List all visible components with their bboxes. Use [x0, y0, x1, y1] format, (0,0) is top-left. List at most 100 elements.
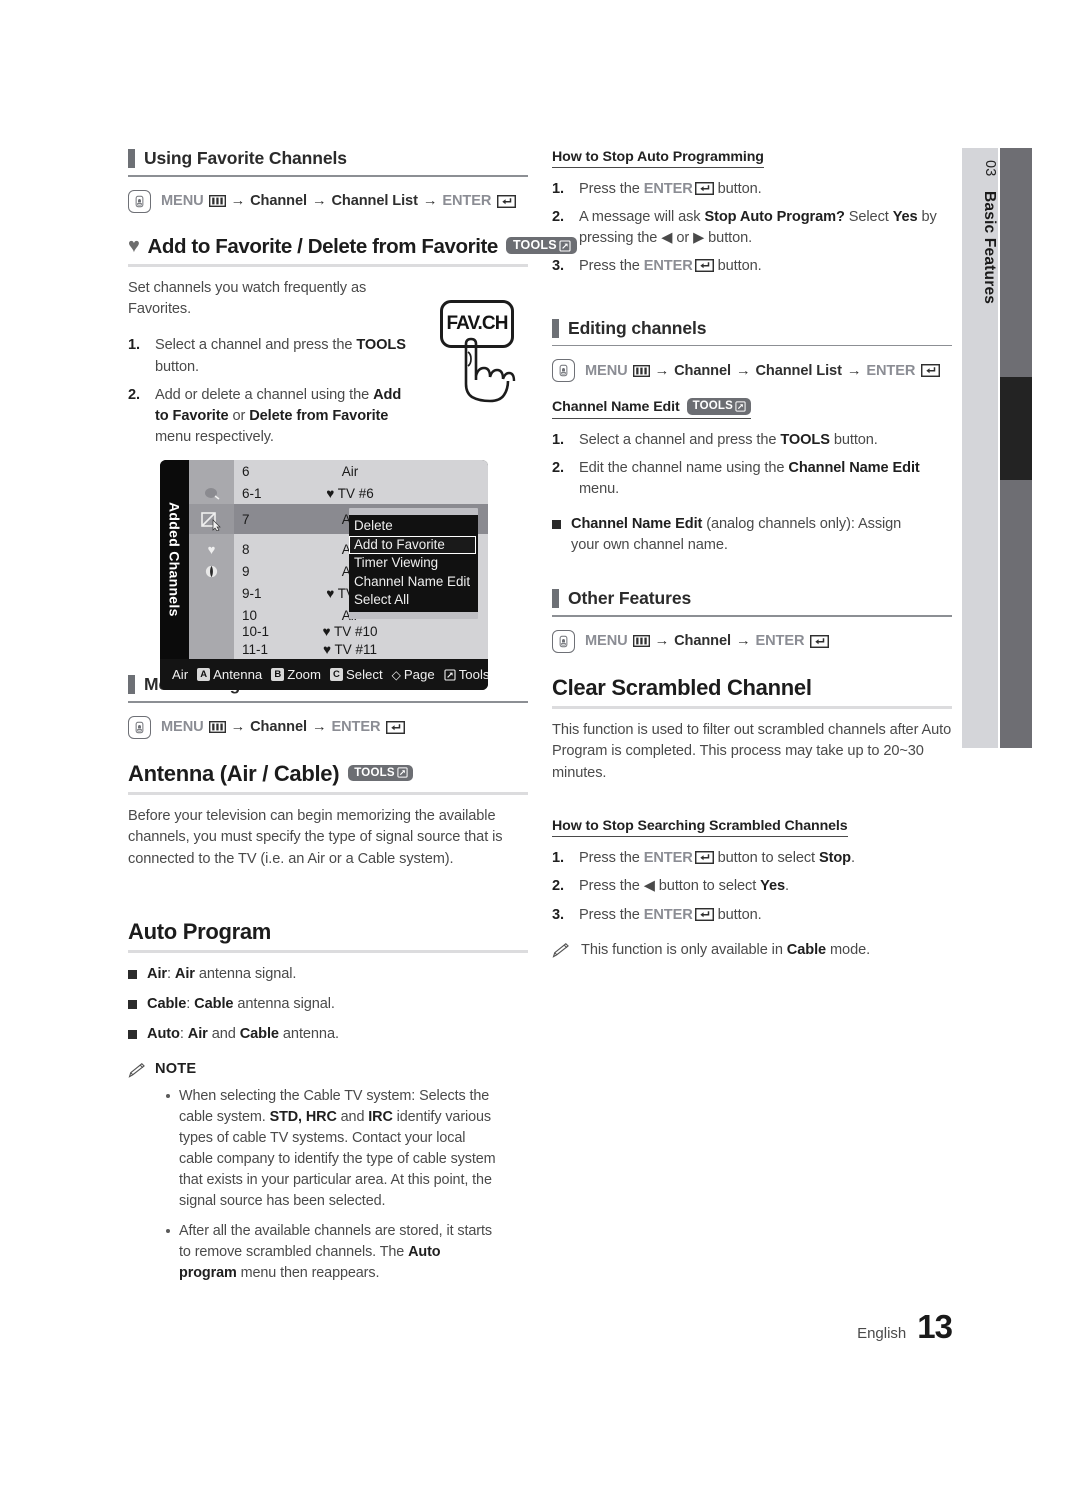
tools-badge-label: TOOLS	[512, 237, 557, 252]
chapter-progress-bar-active	[1000, 377, 1032, 480]
section-add-delete-favorite: ♥ Add to Favorite / Delete from Favorite…	[128, 234, 577, 259]
square-bullet-icon	[128, 1030, 137, 1040]
heading-stop-searching-scrambled: How to Stop Searching Scrambled Channels	[552, 818, 848, 838]
path-arrow: →	[230, 193, 246, 210]
favorite-heart-icon: ♥	[322, 623, 331, 639]
enter-key-icon	[386, 720, 406, 734]
page-footer: English 13	[857, 1308, 953, 1346]
note-heading: NOTE	[128, 1060, 528, 1078]
section-using-favorite-channels: Using Favorite Channels	[128, 148, 528, 169]
favorite-heart-icon: ♥	[322, 641, 331, 657]
favorite-intro-text: Set channels you watch frequently as Fav…	[128, 279, 367, 318]
path-arrow: →	[311, 193, 327, 210]
chapter-title: Basic Features	[981, 190, 998, 304]
table-row: 6 Air	[242, 463, 359, 479]
path-arrow: →	[654, 633, 670, 650]
menu-button-icon	[128, 189, 151, 213]
menu-label: MENU	[585, 633, 628, 650]
key-b-icon: B	[271, 668, 285, 681]
menu-label: MENU	[585, 362, 628, 379]
menu-grid-icon	[208, 721, 226, 734]
menu-item-select-all[interactable]: Select All	[349, 591, 478, 610]
menu-grid-icon	[208, 195, 226, 208]
tools-arrow-icon	[444, 668, 456, 681]
heading-channel-name-edit: Channel Name Edit TOOLS	[552, 397, 751, 419]
list-item: 1. Select a channel and press the TOOLS b…	[552, 431, 878, 448]
list-item: 2. A message will ask Stop Auto Program? …	[552, 209, 937, 247]
enter-key-icon	[497, 194, 517, 208]
menu-path-favorite-channels: MENU → Channel → Channel List → ENTER	[128, 189, 528, 213]
path-step-channel-list: Channel List	[331, 193, 418, 210]
list-item: 2. Press the ◀ button to select Yes.	[552, 878, 789, 895]
menu-button-icon	[552, 359, 575, 383]
enter-label: ENTER	[866, 362, 916, 379]
section-heading: Other Features	[568, 588, 692, 609]
path-step-channel: Channel	[250, 193, 307, 210]
fav-ch-remote-illustration: FAV.CH	[432, 300, 524, 420]
section-heading: Clear Scrambled Channel	[552, 674, 812, 700]
path-arrow: →	[735, 633, 751, 650]
square-bullet-icon	[128, 1000, 137, 1010]
path-arrow: →	[311, 719, 327, 736]
menu-item-add-to-favorite[interactable]: Add to Favorite	[349, 535, 476, 555]
list-item: Cable: Cable antenna signal.	[128, 994, 528, 1015]
heart-icon: ♥	[128, 234, 140, 257]
list-item: 3. Press the ENTER button.	[552, 906, 762, 923]
screenshot-bottom-bar: Air A Antenna B Zoom C Select ◇ Page Tools	[160, 659, 488, 690]
channel-name-edit-steps: 1. Select a channel and press the TOOLS b…	[552, 430, 952, 500]
footer-page-number: 13	[917, 1308, 953, 1345]
table-row: 11-1 ♥ TV #11	[242, 641, 378, 657]
section-other-features: Other Features	[552, 588, 952, 609]
path-step-channel: Channel	[250, 719, 307, 736]
tools-badge-label: TOOLS	[692, 399, 733, 412]
menu-item-delete[interactable]: Delete	[349, 517, 478, 536]
divider	[128, 701, 528, 703]
tools-arrow-icon	[397, 767, 408, 778]
page-title: Using Favorite Channels	[144, 148, 347, 168]
heading-text: Channel Name Edit	[552, 399, 680, 416]
menu-button-icon	[128, 715, 151, 739]
screenshot-row-icon-blocked	[189, 510, 234, 532]
enter-key-icon	[694, 182, 714, 195]
screenshot-row-icon-lock	[189, 482, 234, 504]
divider	[128, 175, 528, 177]
enter-key-icon	[694, 259, 714, 273]
antenna-body-text: Before your television can begin memoriz…	[128, 807, 503, 867]
enter-label: ENTER	[442, 193, 492, 210]
screenshot-button-zoom[interactable]: B Zoom	[271, 667, 321, 682]
divider	[552, 705, 952, 709]
divider	[128, 263, 528, 267]
screenshot-row-icon-heart: ♥	[207, 541, 216, 557]
screenshot-context-menu[interactable]: Delete Add to Favorite Timer Viewing Cha…	[349, 508, 478, 620]
pointing-hand-icon	[464, 337, 516, 403]
enter-key-icon	[921, 364, 941, 378]
list-item: Channel Name Edit (analog channels only)…	[552, 514, 952, 556]
menu-item-timer-viewing[interactable]: Timer Viewing	[349, 554, 478, 573]
left-arrow-icon: ◀	[661, 230, 673, 247]
fav-ch-label: FAV.CH	[446, 313, 508, 334]
path-arrow: →	[846, 362, 862, 379]
clear-scrambled-body-text: This function is used to filter out scra…	[552, 721, 952, 781]
enter-key-icon	[810, 634, 830, 648]
stop-auto-programming-steps: 1. Press the ENTER button. 2. A message wi…	[552, 179, 952, 278]
section-editing-channels: Editing channels	[552, 318, 952, 339]
square-bullet-icon	[128, 970, 137, 980]
list-item: 1. Press the ENTER button to select Stop.	[552, 850, 855, 867]
section-heading: Auto Program	[128, 919, 272, 945]
screenshot-button-page[interactable]: ◇ Page	[392, 667, 435, 682]
cable-mode-note: This function is only available in Cable…	[552, 940, 952, 961]
menu-item-channel-name-edit[interactable]: Channel Name Edit	[349, 573, 478, 592]
tools-badge-label: TOOLS	[354, 766, 395, 779]
screenshot-button-select[interactable]: C Select	[329, 667, 383, 682]
screenshot-button-antenna[interactable]: A Antenna	[197, 667, 262, 682]
note-label: NOTE	[155, 1060, 197, 1077]
path-arrow: →	[422, 193, 438, 210]
screenshot-mode-label: Air	[172, 667, 189, 682]
section-clear-scrambled-channel: Clear Scrambled Channel	[552, 675, 952, 701]
square-bullet-icon	[552, 520, 561, 530]
pencil-icon	[128, 1062, 145, 1078]
screenshot-button-tools[interactable]: Tools	[444, 667, 488, 682]
auto-program-bullets: Air: Air antenna signal. Cable: Cable an…	[128, 964, 528, 1045]
path-step-channel: Channel	[674, 633, 731, 650]
manual-page: 03 Basic Features Using Favorite Channel…	[0, 0, 1080, 1494]
